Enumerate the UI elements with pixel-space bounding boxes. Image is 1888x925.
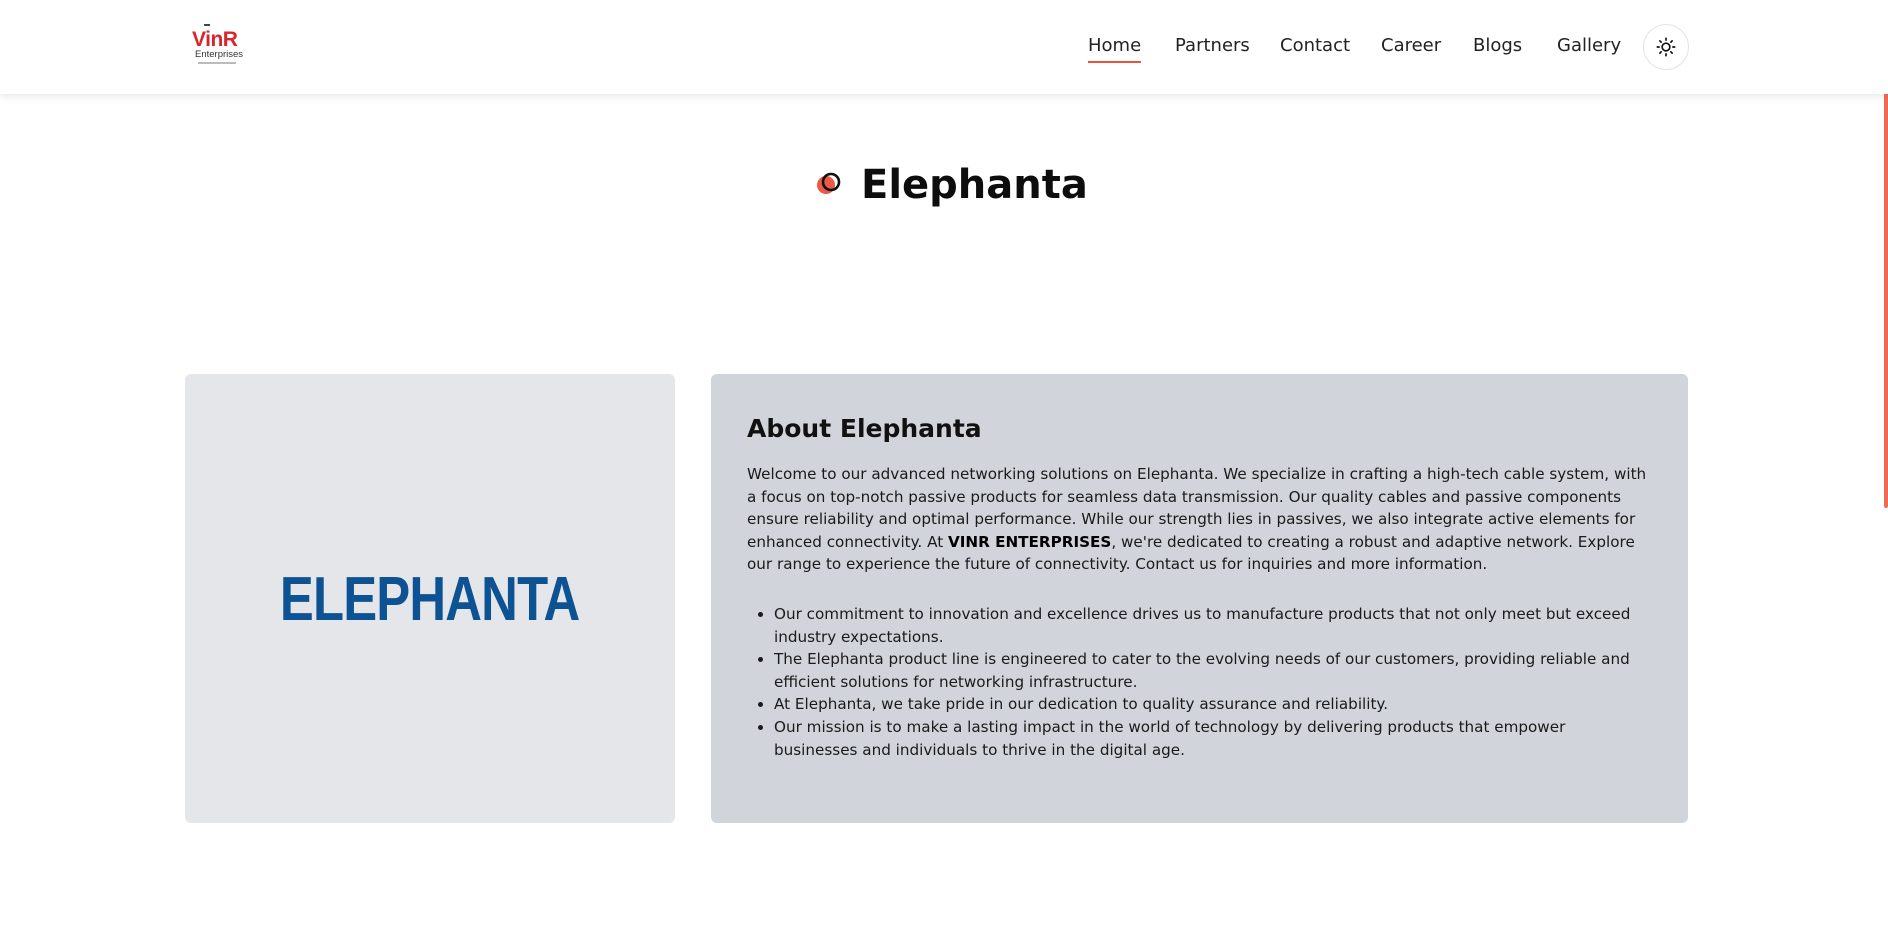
page-title: Elephanta — [861, 162, 1088, 208]
vinr-logo[interactable]: VinR Enterprises — [189, 24, 243, 68]
list-item: At Elephanta, we take pride in our dedic… — [774, 693, 1652, 716]
nav-gallery[interactable]: Gallery — [1557, 35, 1621, 57]
nav-partners[interactable]: Partners — [1175, 35, 1250, 57]
nav-contact[interactable]: Contact — [1280, 35, 1350, 57]
circles-icon — [817, 172, 841, 194]
sun-icon — [1656, 37, 1676, 57]
nav-blogs[interactable]: Blogs — [1473, 35, 1522, 57]
list-item: Our mission is to make a lasting impact … — [774, 716, 1652, 761]
nav-home[interactable]: Home — [1088, 35, 1142, 63]
logo-main-text: VinR — [192, 28, 238, 51]
about-card: About Elephanta Welcome to our advanced … — [711, 374, 1688, 823]
about-paragraph: Welcome to our advanced networking solut… — [747, 463, 1652, 576]
logo-sub-text: Enterprises — [195, 49, 244, 60]
company-name: VINR ENTERPRISES — [948, 532, 1112, 551]
brand-logo-card: ELEPHANTA — [185, 374, 675, 823]
list-item: The Elephanta product line is engineered… — [774, 648, 1652, 693]
about-title: About Elephanta — [747, 414, 982, 443]
nav-career[interactable]: Career — [1381, 35, 1441, 57]
site-header: VinR Enterprises Home Partners Contact C… — [0, 0, 1888, 94]
logo-tagline-line — [198, 62, 236, 64]
about-bullets: Our commitment to innovation and excelle… — [747, 603, 1652, 761]
list-item: Our commitment to innovation and excelle… — [774, 603, 1652, 648]
theme-toggle-button[interactable] — [1643, 24, 1689, 70]
elephanta-logo: ELEPHANTA — [280, 565, 580, 634]
page-scrollbar[interactable] — [1882, 0, 1888, 925]
